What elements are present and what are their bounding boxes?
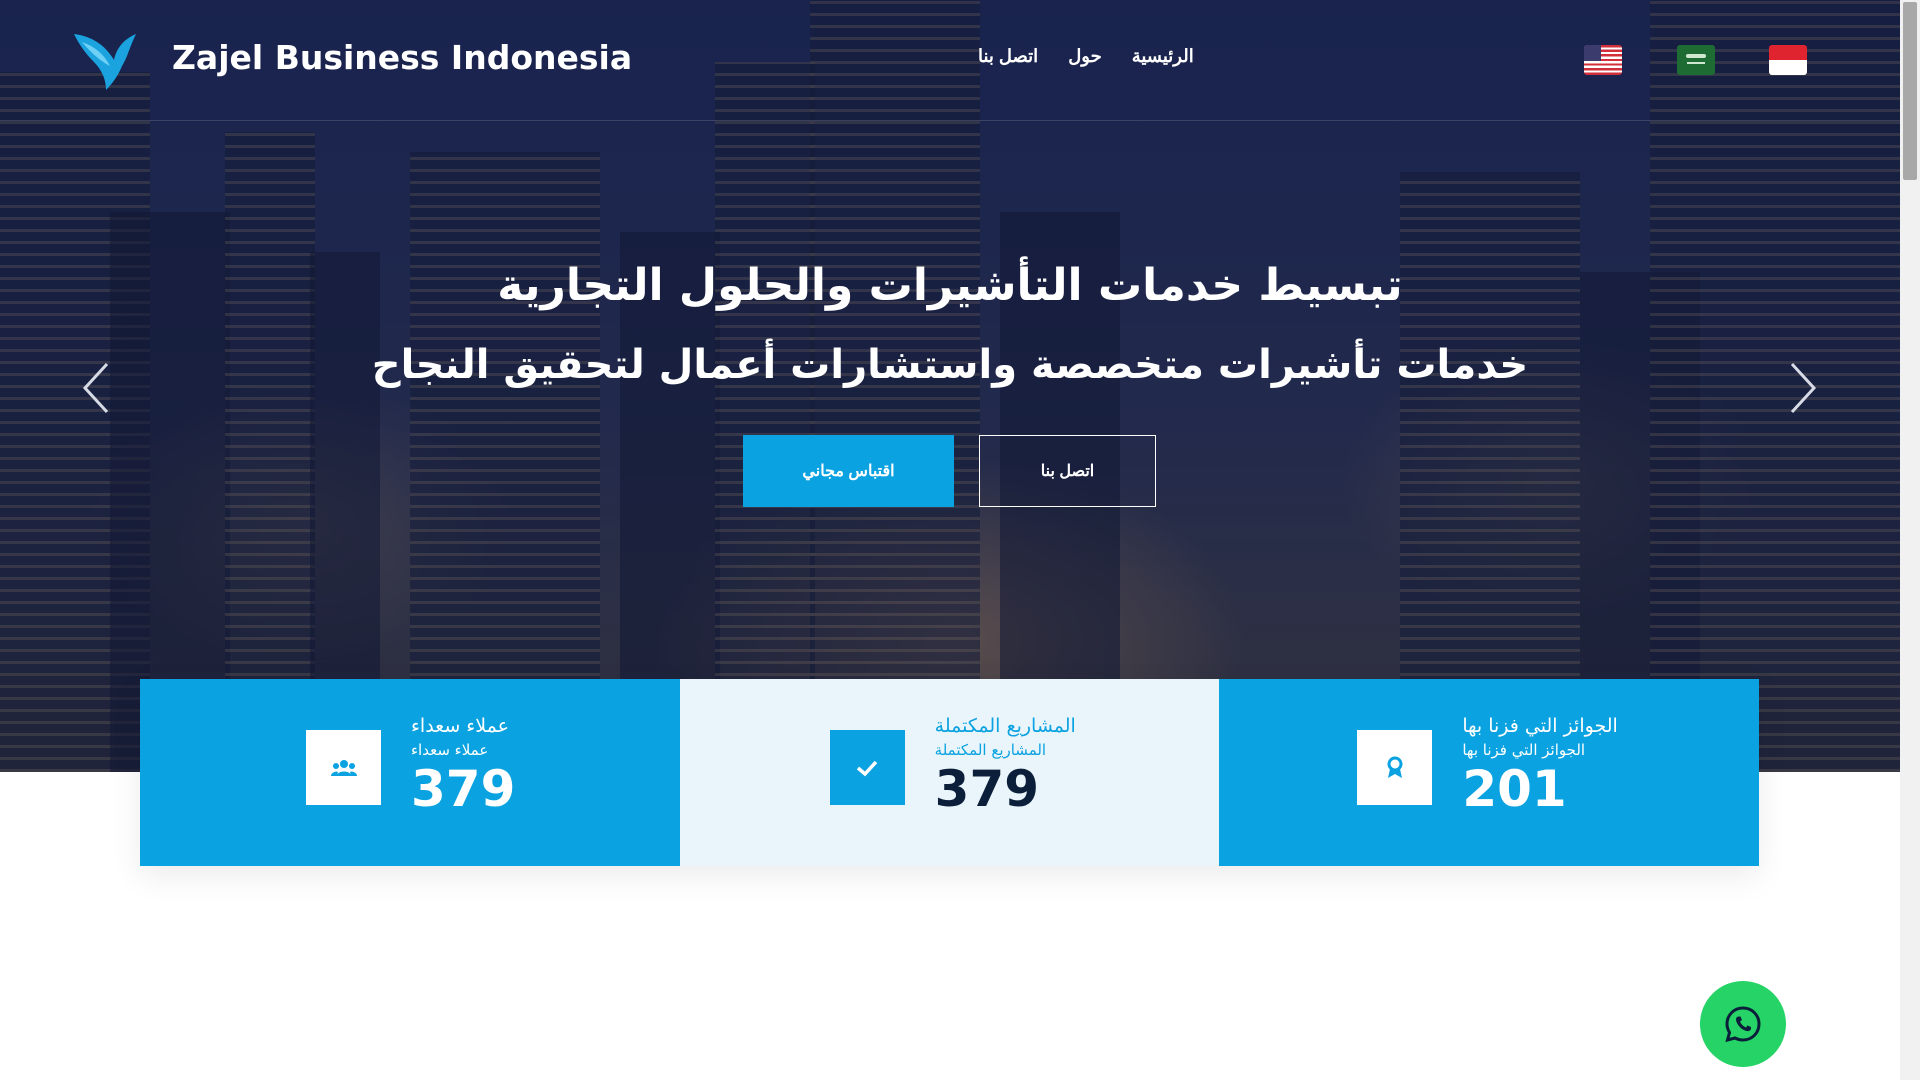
stat-label: عملاء سعداء <box>411 715 509 737</box>
stat-sublabel: الجوائز التي فزنا بها <box>1462 741 1586 759</box>
hero-section: Zajel Business Indonesia الرئيسية حول ات… <box>0 0 1900 772</box>
site-header: Zajel Business Indonesia الرئيسية حول ات… <box>0 0 1900 121</box>
stats-bar: عملاء سعداء عملاء سعداء 379 المشاريع الم… <box>140 679 1760 866</box>
bird-logo-icon <box>74 34 136 90</box>
users-icon <box>306 730 381 805</box>
saudi-flag-icon[interactable] <box>1677 45 1715 75</box>
whatsapp-icon <box>1725 1006 1761 1043</box>
page-scrollbar[interactable] <box>1900 0 1920 1080</box>
nav-contact[interactable]: اتصل بنا <box>978 46 1038 67</box>
slider-next-button[interactable] <box>1788 360 1820 416</box>
brand-name: Zajel Business Indonesia <box>172 38 633 77</box>
whatsapp-button[interactable] <box>1700 981 1786 1067</box>
contact-us-button[interactable]: اتصل بنا <box>979 435 1156 507</box>
stat-sublabel: عملاء سعداء <box>411 741 489 759</box>
stat-text: المشاريع المكتملة المشاريع المكتملة 379 <box>935 715 1076 817</box>
stat-text: الجوائز التي فزنا بها الجوائز التي فزنا … <box>1462 715 1617 817</box>
us-flag-icon[interactable] <box>1584 45 1622 75</box>
award-icon <box>1357 730 1433 805</box>
stat-sublabel: المشاريع المكتملة <box>934 741 1047 759</box>
nav-about[interactable]: حول <box>1068 46 1102 67</box>
stat-value: 379 <box>411 760 516 818</box>
stat-label: المشاريع المكتملة <box>934 715 1076 737</box>
stat-value: 379 <box>934 760 1040 818</box>
stat-value: 201 <box>1462 760 1567 818</box>
stat-text: عملاء سعداء عملاء سعداء 379 <box>411 715 515 817</box>
check-icon <box>829 730 905 805</box>
indonesia-flag-icon[interactable] <box>1769 45 1807 75</box>
scrollbar-thumb[interactable] <box>1903 2 1917 180</box>
chevron-left-icon <box>82 362 109 414</box>
free-quote-button[interactable]: اقتباس مجاني <box>743 435 954 507</box>
hero-title: تبسيط خدمات التأشيرات والحلول التجارية <box>497 260 1403 311</box>
main-nav: الرئيسية حول اتصل بنا <box>978 46 1194 67</box>
stat-happy-clients: عملاء سعداء عملاء سعداء 379 <box>140 679 680 866</box>
stat-completed-projects: المشاريع المكتملة المشاريع المكتملة 379 <box>679 679 1220 866</box>
slider-prev-button[interactable] <box>79 360 111 416</box>
nav-home[interactable]: الرئيسية <box>1132 46 1194 67</box>
hero-subtitle: خدمات تأشيرات متخصصة واستشارات أعمال لتح… <box>371 342 1529 388</box>
stat-awards-won: الجوائز التي فزنا بها الجوائز التي فزنا … <box>1219 679 1760 866</box>
chevron-right-icon <box>1790 362 1817 414</box>
stat-label: الجوائز التي فزنا بها <box>1462 715 1618 737</box>
logo[interactable]: Zajel Business Indonesia <box>72 28 632 92</box>
